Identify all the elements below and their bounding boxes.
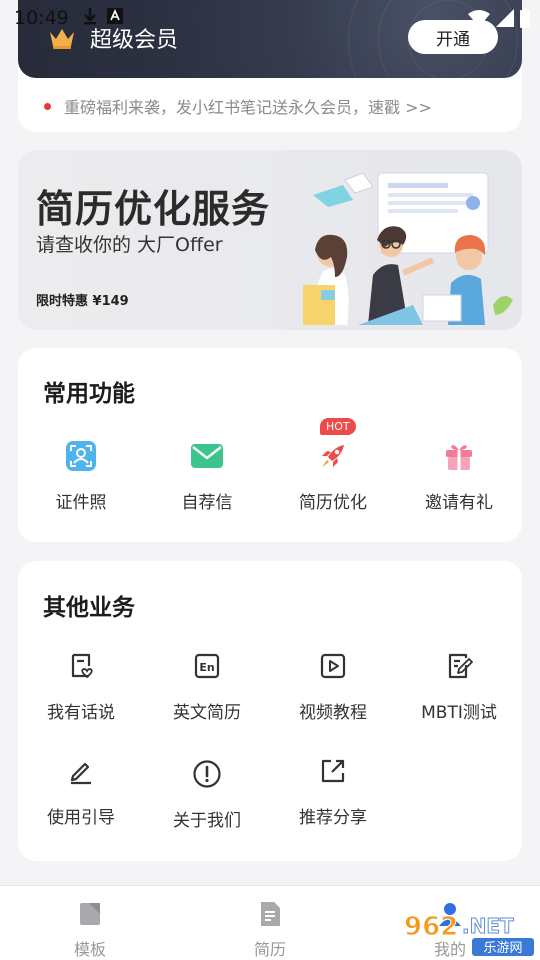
grid-item-english-resume[interactable]: En 英文简历 [144,646,270,723]
office-people-illustration [303,172,513,325]
status-bar: 10:49 [0,0,540,36]
grid-item-user-guide[interactable]: 使用引导 [18,751,144,828]
nav-label: 模板 [73,940,106,959]
template-icon [76,900,104,932]
gift-icon [439,436,479,476]
grid-item-label: MBTI测试 [421,703,497,723]
signal-icon [496,9,514,31]
share-icon [313,751,353,791]
grid-item-share[interactable]: 推荐分享 [270,751,396,828]
grid-item-cover-letter[interactable]: 自荐信 [144,436,270,513]
grid-item-label: 关于我们 [173,811,241,831]
grid-item-label: 推荐分享 [299,808,367,828]
grid-item-feedback[interactable]: 我有话说 [18,646,144,723]
common-functions-card: 常用功能 证件照 自荐信 简历优化 邀请有礼 [18,348,522,542]
grid-item-video-tutorial[interactable]: 视频教程 [270,646,396,723]
grid-item-invite[interactable]: 邀请有礼 [396,436,522,513]
grid-item-id-photo[interactable]: 证件照 [18,436,144,513]
notice-text: 重磅福利来袭，发小红书笔记送永久会员，速戳 >> [64,98,432,117]
grid-item-label: 我有话说 [47,703,115,723]
svg-text:.NET: .NET [462,914,514,938]
grid-item-label: 英文简历 [173,703,241,723]
play-video-icon [313,646,353,686]
download-icon [83,7,97,29]
id-photo-icon [61,436,101,476]
app-notification-icon [106,8,123,28]
grid-item-about-us[interactable]: 关于我们 [144,754,270,831]
other-business-card: 其他业务 我有话说 En 英文简历 视频教程 MBTI测试 使用引导 关于我们 … [18,561,522,861]
info-icon [187,754,227,794]
svg-text:En: En [199,661,214,674]
resume-service-banner[interactable]: 简历优化服务 请查收你的 大厂Offer 限时特惠 ¥149 [18,150,522,330]
grid-item-label: 视频教程 [299,703,367,723]
nav-label: 简历 [253,940,286,959]
site-watermark-logo: 962 .NET 乐游网 [404,912,534,956]
status-time: 10:49 [14,7,69,29]
grid-item-mbti-test[interactable]: MBTI测试 [396,646,522,723]
english-icon: En [187,646,227,686]
rocket-icon [313,436,353,476]
svg-text:乐游网: 乐游网 [483,941,522,956]
banner-subtitle: 请查收你的 大厂Offer [36,234,223,256]
hot-badge: HOT [320,418,356,435]
banner-price: 限时特惠 ¥149 [36,294,129,309]
grid-item-label: 邀请有礼 [425,493,493,513]
grid-item-label: 证件照 [55,493,107,513]
battery-icon [520,8,530,32]
grid-item-label: 简历优化 [299,493,367,513]
grid-item-label: 使用引导 [47,808,115,828]
nav-item-resume[interactable]: 简历 [225,900,315,960]
nav-item-template[interactable]: 模板 [45,900,135,960]
common-functions-title: 常用功能 [43,381,135,407]
grid-item-resume-optimize[interactable]: 简历优化 [270,436,396,513]
test-edit-icon [439,646,479,686]
notice-dot [44,102,51,110]
grid-item-label: 自荐信 [181,493,233,513]
banner-title: 简历优化服务 [36,187,271,231]
other-business-title: 其他业务 [43,595,135,621]
svg-text:962: 962 [404,912,458,942]
envelope-icon [187,436,227,476]
promo-notice[interactable]: 重磅福利来袭，发小红书笔记送永久会员，速戳 >> [44,94,432,118]
feedback-icon [61,646,101,686]
wifi-icon [468,9,490,31]
resume-icon [256,900,284,932]
pencil-icon [61,751,101,791]
